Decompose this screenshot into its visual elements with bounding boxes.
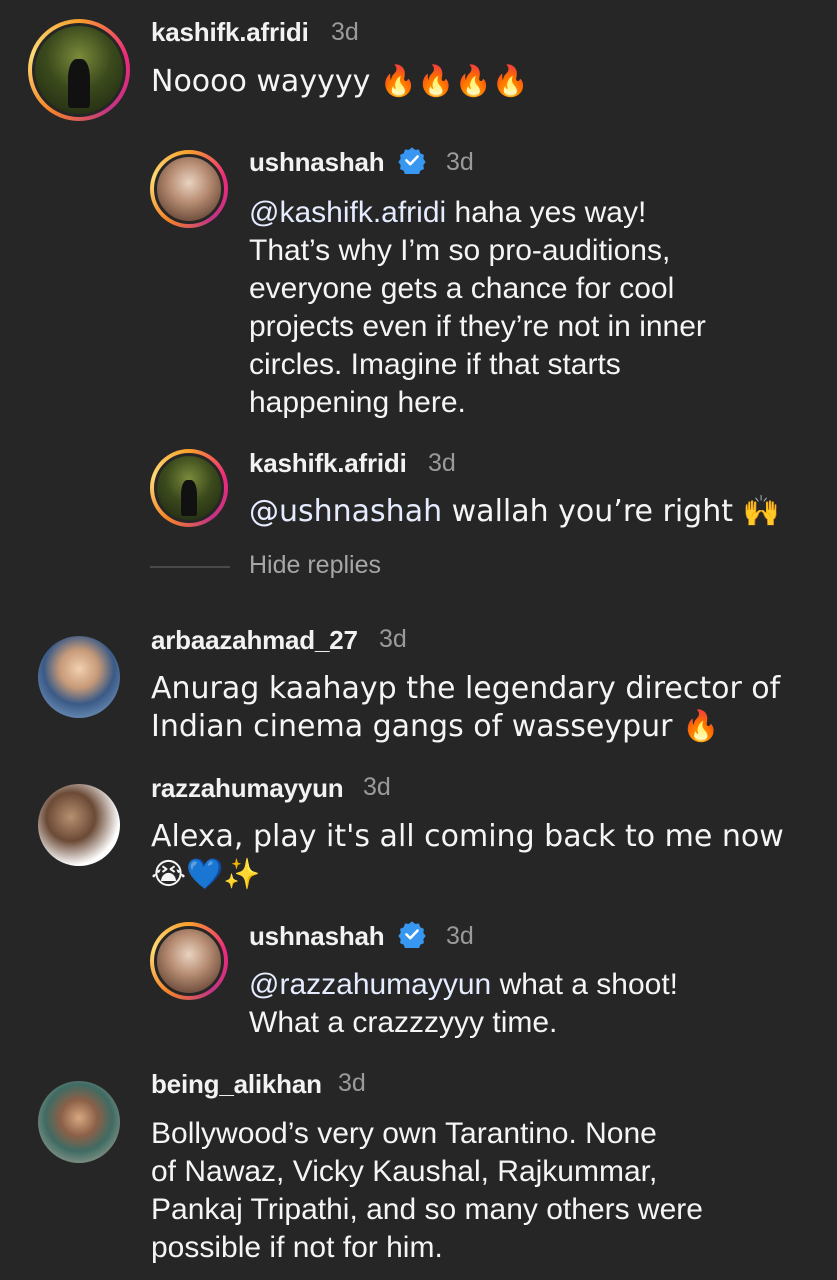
comment-username[interactable]: ushnashah (249, 921, 385, 952)
comment-text: @ushnashah wallah you’re right 🙌 (249, 494, 780, 529)
avatar[interactable] (38, 636, 120, 718)
comment-text: Bollywood’s very own Tarantino. None of … (151, 1117, 703, 1264)
mention-link[interactable]: @ushnashah (249, 494, 442, 529)
comment-timestamp: 3d (363, 773, 391, 801)
comment-username[interactable]: kashifk.afridi (249, 448, 407, 479)
verified-badge-icon (398, 921, 426, 948)
comment-text: Anurag kaahayp the legendary director of… (151, 671, 781, 744)
comment-username[interactable]: being_alikhan (151, 1069, 322, 1100)
comment-timestamp: 3d (446, 922, 474, 950)
avatar[interactable] (150, 150, 228, 228)
hide-replies-button[interactable]: Hide replies (249, 551, 381, 580)
mention-link[interactable]: @razzahumayyun (249, 968, 491, 1001)
avatar[interactable] (38, 784, 120, 866)
avatar[interactable] (150, 922, 228, 1000)
comment-text: Noooo wayyyy 🔥🔥🔥🔥 (151, 64, 530, 99)
comment-timestamp: 3d (338, 1069, 366, 1097)
divider (150, 566, 230, 568)
comment-text: @razzahumayyun what a shoot! What a craz… (249, 968, 679, 1039)
comment-timestamp: 3d (446, 148, 474, 176)
avatar[interactable] (38, 1081, 120, 1163)
comment-timestamp: 3d (428, 449, 456, 477)
avatar[interactable] (28, 19, 130, 121)
comment-text: @kashifk.afridi haha yes way! That’s why… (249, 196, 706, 419)
comment-timestamp: 3d (379, 625, 407, 653)
comment-text: Alexa, play it's all coming back to me n… (151, 819, 784, 892)
comment-username[interactable]: kashifk.afridi (151, 17, 309, 48)
comment-username[interactable]: arbaazahmad_27 (151, 625, 358, 656)
mention-link[interactable]: @kashifk.afridi (249, 196, 446, 229)
verified-badge-icon (398, 147, 426, 174)
comment-timestamp: 3d (331, 18, 359, 46)
avatar[interactable] (150, 449, 228, 527)
comment-username[interactable]: razzahumayyun (151, 773, 344, 804)
comment-username[interactable]: ushnashah (249, 147, 385, 178)
